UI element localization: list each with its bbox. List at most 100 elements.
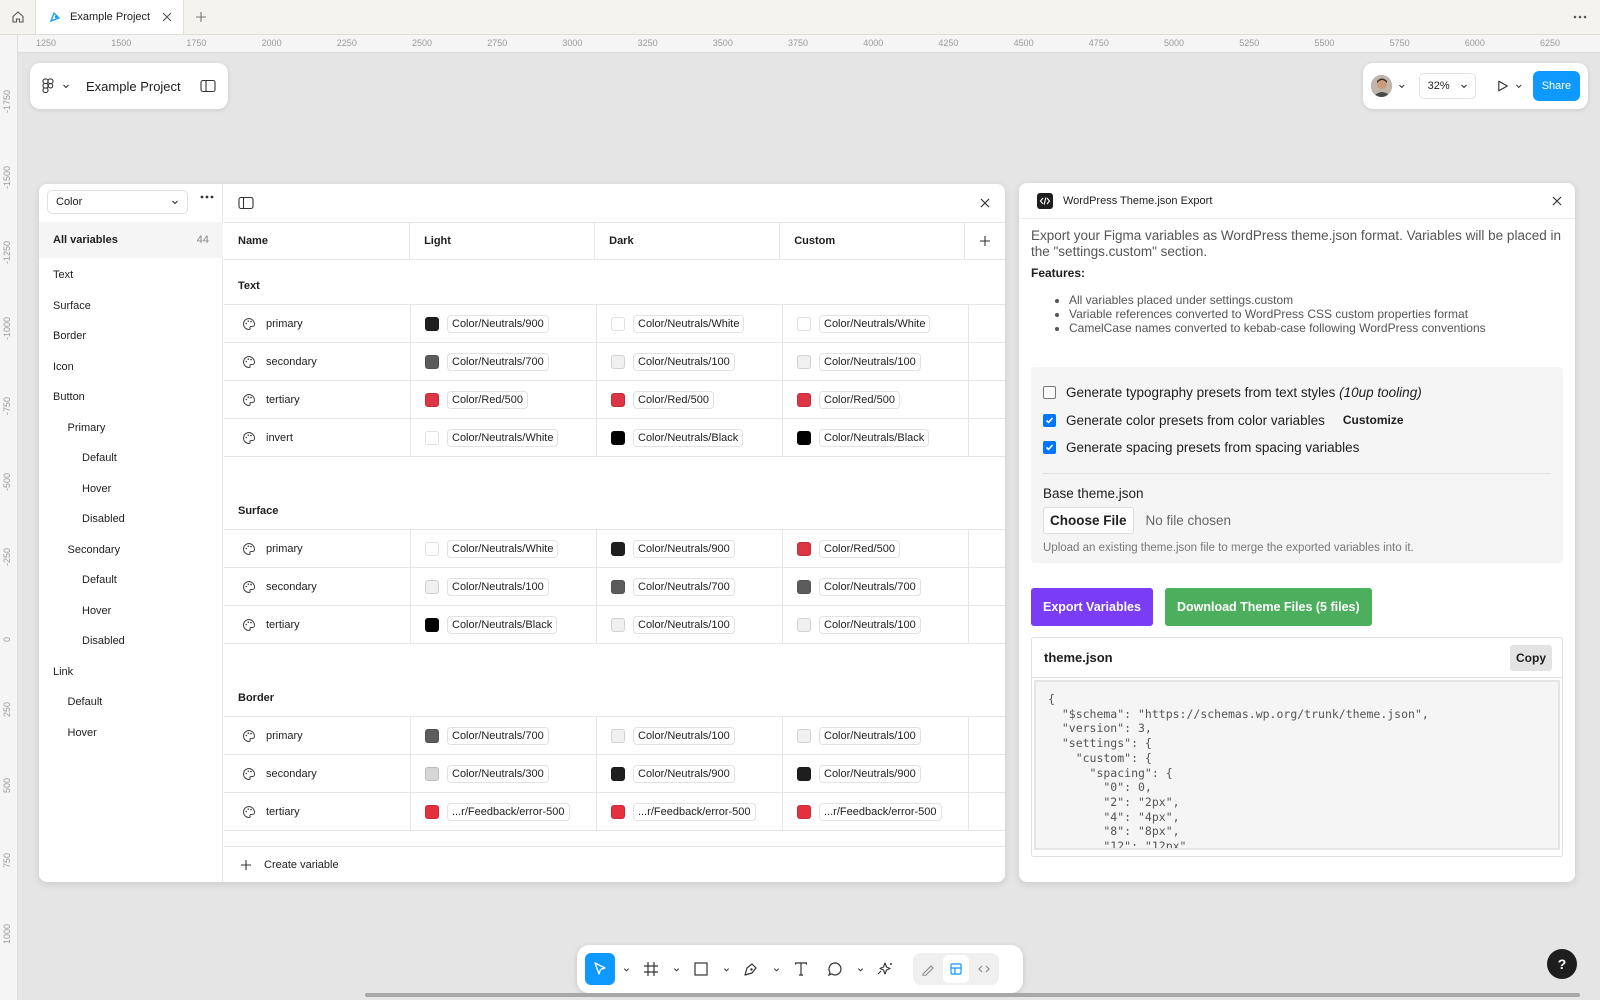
- table-row[interactable]: tertiary ...r/Feedback/error-500 ...r/Feed…: [224, 793, 1005, 831]
- table-row[interactable]: invert Color/Neutrals/White Color/Neutrals…: [224, 419, 1005, 457]
- variable-value-cell-light[interactable]: Color/Neutrals/300: [411, 755, 597, 792]
- comment-tool[interactable]: [821, 953, 849, 985]
- pen-tool-menu[interactable]: [771, 966, 781, 973]
- text-tool[interactable]: [787, 953, 815, 985]
- variable-value-cell-custom[interactable]: Color/Neutrals/100: [783, 717, 969, 754]
- sidebar-toggle-icon[interactable]: [238, 196, 254, 210]
- variable-name-cell[interactable]: secondary: [224, 755, 411, 792]
- comment-tool-menu[interactable]: [855, 966, 865, 973]
- sidebar-group-item[interactable]: Hover: [39, 718, 223, 749]
- variable-alias-pill[interactable]: Color/Red/500: [819, 539, 900, 558]
- close-icon[interactable]: [979, 197, 991, 209]
- variable-alias-pill[interactable]: Color/Neutrals/White: [447, 539, 559, 558]
- column-light[interactable]: Light: [410, 223, 596, 259]
- variable-value-cell-light[interactable]: Color/Neutrals/White: [411, 419, 597, 456]
- variable-value-cell-custom[interactable]: ...r/Feedback/error-500: [783, 793, 969, 830]
- sidebar-group-item[interactable]: Default: [39, 565, 223, 596]
- variable-name-cell[interactable]: invert: [224, 419, 411, 456]
- variable-value-cell-dark[interactable]: Color/Red/500: [597, 381, 783, 418]
- new-tab-button[interactable]: [184, 0, 218, 34]
- column-dark[interactable]: Dark: [595, 223, 781, 259]
- project-name[interactable]: Example Project: [86, 79, 192, 94]
- sidebar-group-item[interactable]: Icon: [39, 352, 223, 383]
- variable-value-cell-custom[interactable]: Color/Neutrals/100: [783, 343, 969, 380]
- variable-value-cell-light[interactable]: Color/Neutrals/100: [411, 568, 597, 605]
- variable-name-cell[interactable]: tertiary: [224, 381, 411, 418]
- variable-name-cell[interactable]: primary: [224, 305, 411, 342]
- horizontal-scrollbar[interactable]: [365, 993, 1580, 997]
- table-row[interactable]: primary Color/Neutrals/900 Color/Neutrals/…: [224, 305, 1005, 343]
- variable-value-cell-light[interactable]: Color/Neutrals/Black: [411, 606, 597, 643]
- variable-value-cell-dark[interactable]: Color/Neutrals/100: [597, 606, 783, 643]
- variable-alias-pill[interactable]: ...r/Feedback/error-500: [819, 802, 942, 821]
- add-mode-button[interactable]: [965, 223, 1005, 259]
- sidebar-group-item[interactable]: Primary: [39, 413, 223, 444]
- variable-alias-pill[interactable]: Color/Neutrals/100: [819, 615, 921, 634]
- variable-alias-pill[interactable]: ...r/Feedback/error-500: [447, 802, 570, 821]
- variable-value-cell-custom[interactable]: Color/Red/500: [783, 381, 969, 418]
- sidebar-group-item[interactable]: Hover: [39, 474, 223, 505]
- variable-alias-pill[interactable]: ...r/Feedback/error-500: [633, 802, 756, 821]
- variable-alias-pill[interactable]: Color/Neutrals/100: [633, 615, 735, 634]
- design-mode-button[interactable]: [943, 955, 969, 983]
- sidebar-group-item[interactable]: Border: [39, 321, 223, 352]
- variable-name-cell[interactable]: secondary: [224, 343, 411, 380]
- variable-value-cell-light[interactable]: Color/Neutrals/900: [411, 305, 597, 342]
- variable-value-cell-custom[interactable]: Color/Neutrals/100: [783, 606, 969, 643]
- variable-alias-pill[interactable]: Color/Neutrals/700: [447, 726, 549, 745]
- table-row[interactable]: secondary Color/Neutrals/100 Color/Neutral…: [224, 568, 1005, 606]
- variable-alias-pill[interactable]: Color/Neutrals/White: [819, 314, 931, 333]
- option-color[interactable]: Generate color presets from color variab…: [1043, 407, 1551, 435]
- variable-alias-pill[interactable]: Color/Red/500: [447, 390, 528, 409]
- variable-value-cell-dark[interactable]: Color/Neutrals/White: [597, 305, 783, 342]
- export-variables-button[interactable]: Export Variables: [1031, 588, 1153, 626]
- variable-alias-pill[interactable]: Color/Neutrals/White: [633, 314, 745, 333]
- table-row[interactable]: secondary Color/Neutrals/300 Color/Neutral…: [224, 755, 1005, 793]
- share-button[interactable]: Share: [1532, 71, 1580, 101]
- pen-tool[interactable]: [737, 953, 765, 985]
- draw-mode-button[interactable]: [915, 955, 941, 983]
- all-variables-item[interactable]: All variables 44: [39, 222, 223, 258]
- variable-alias-pill[interactable]: Color/Neutrals/700: [447, 352, 549, 371]
- variable-value-cell-custom[interactable]: Color/Neutrals/White: [783, 305, 969, 342]
- variable-value-cell-light[interactable]: Color/Neutrals/White: [411, 530, 597, 567]
- variable-alias-pill[interactable]: Color/Neutrals/900: [633, 764, 735, 783]
- variable-value-cell-dark[interactable]: Color/Neutrals/100: [597, 343, 783, 380]
- zoom-select[interactable]: 32%: [1419, 73, 1477, 99]
- variable-alias-pill[interactable]: Color/Neutrals/Black: [633, 428, 744, 447]
- help-button[interactable]: ?: [1547, 949, 1577, 979]
- chevron-down-icon[interactable]: [1515, 82, 1523, 90]
- variable-alias-pill[interactable]: Color/Neutrals/Black: [447, 615, 558, 634]
- download-theme-files-button[interactable]: Download Theme Files (5 files): [1164, 588, 1372, 626]
- shape-tool[interactable]: [687, 953, 715, 985]
- chevron-down-icon[interactable]: [62, 82, 70, 90]
- sidebar-group-item[interactable]: Disabled: [39, 504, 223, 535]
- shape-tool-menu[interactable]: [721, 966, 731, 973]
- sidebar-group-item[interactable]: Default: [39, 443, 223, 474]
- frame-tool-menu[interactable]: [671, 966, 681, 973]
- variable-alias-pill[interactable]: Color/Neutrals/700: [819, 577, 921, 596]
- variable-alias-pill[interactable]: Color/Neutrals/100: [819, 726, 921, 745]
- sidebar-group-item[interactable]: Surface: [39, 291, 223, 322]
- frame-tool[interactable]: [637, 953, 665, 985]
- table-row[interactable]: tertiary Color/Neutrals/Black Color/Neutra…: [224, 606, 1005, 644]
- typography-checkbox[interactable]: [1043, 386, 1056, 400]
- avatar[interactable]: [1371, 75, 1392, 97]
- variable-value-cell-light[interactable]: Color/Neutrals/700: [411, 717, 597, 754]
- move-tool[interactable]: [585, 953, 615, 985]
- sidebar-group-item[interactable]: Secondary: [39, 535, 223, 566]
- variable-alias-pill[interactable]: Color/Red/500: [633, 390, 714, 409]
- variable-name-cell[interactable]: primary: [224, 717, 411, 754]
- variable-value-cell-dark[interactable]: Color/Neutrals/900: [597, 530, 783, 567]
- variable-alias-pill[interactable]: Color/Neutrals/900: [633, 539, 735, 558]
- play-icon[interactable]: [1496, 79, 1509, 93]
- variable-value-cell-dark[interactable]: Color/Neutrals/900: [597, 755, 783, 792]
- figma-menu-icon[interactable]: [42, 78, 54, 94]
- table-row[interactable]: tertiary Color/Red/500 Color/Red/500 Color/…: [224, 381, 1005, 419]
- variable-alias-pill[interactable]: Color/Red/500: [819, 390, 900, 409]
- variable-alias-pill[interactable]: Color/Neutrals/700: [633, 577, 735, 596]
- dev-mode-button[interactable]: [971, 955, 997, 983]
- variable-value-cell-custom[interactable]: Color/Neutrals/700: [783, 568, 969, 605]
- collection-more-button[interactable]: [199, 194, 215, 200]
- customize-link[interactable]: Customize: [1343, 413, 1404, 427]
